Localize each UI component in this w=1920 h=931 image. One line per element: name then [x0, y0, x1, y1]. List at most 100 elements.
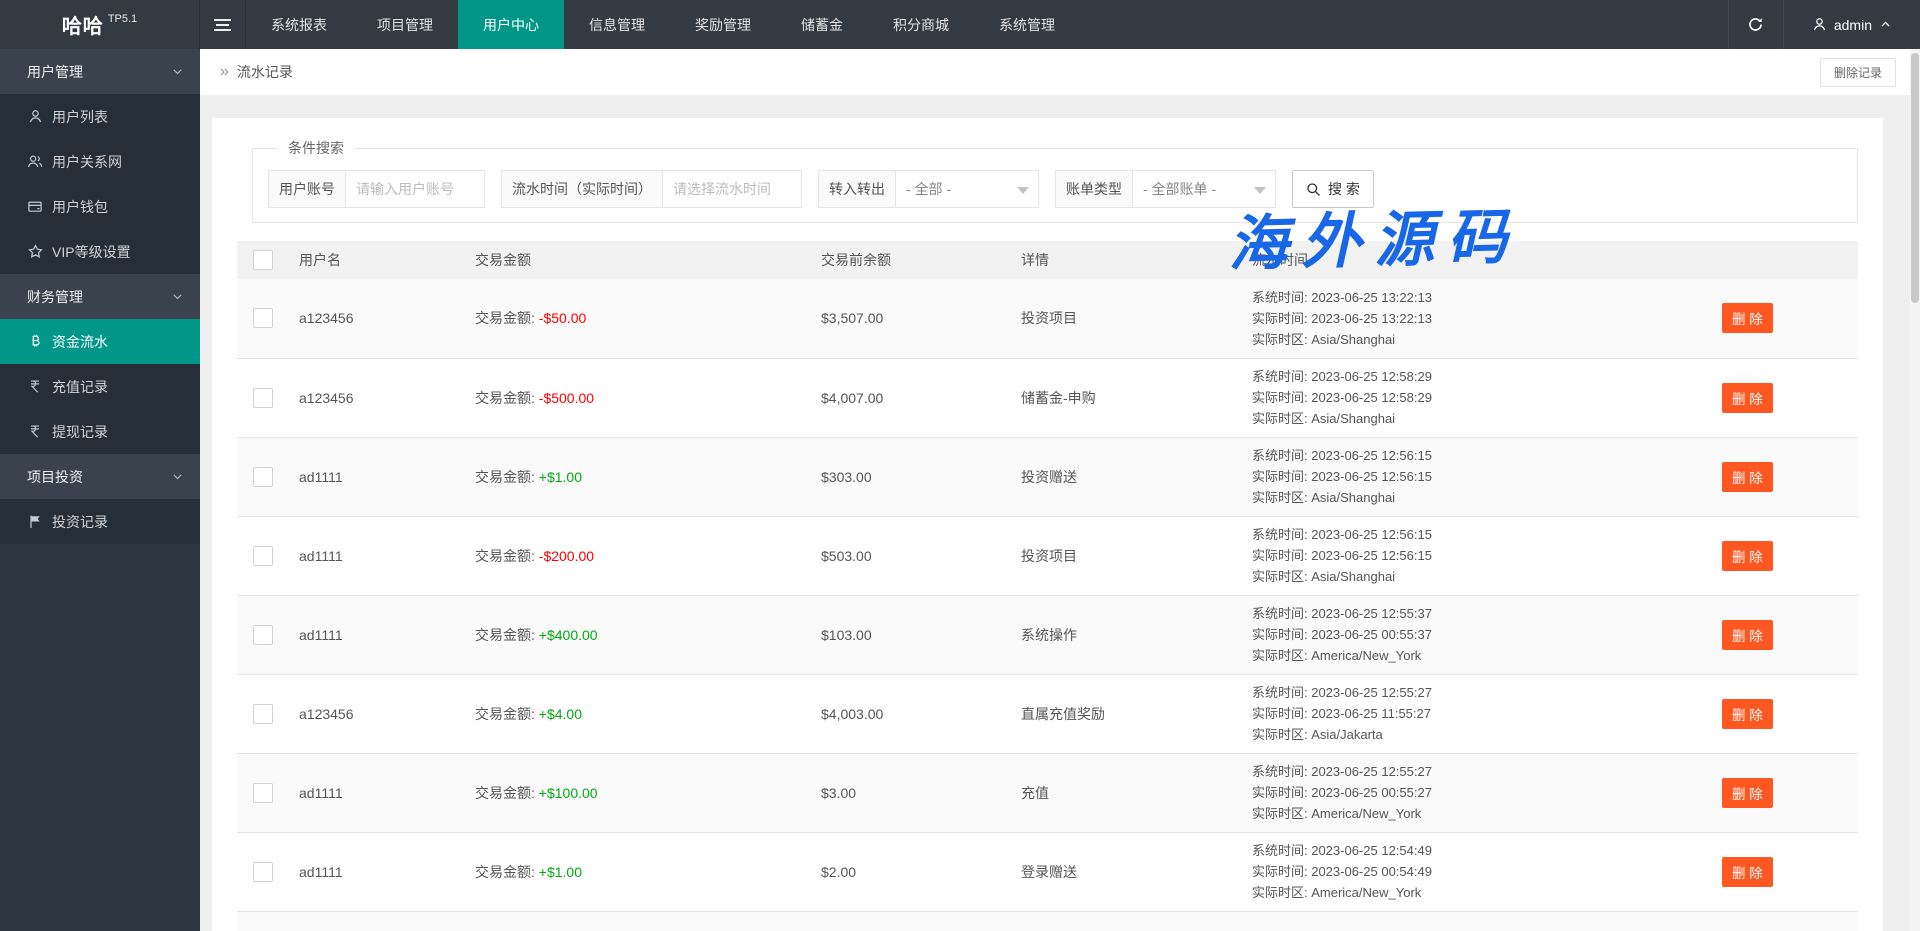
search-button[interactable]: 搜 索	[1292, 170, 1374, 208]
balance-cell: $2.00	[809, 832, 1009, 911]
delete-button[interactable]: 删 除	[1722, 303, 1773, 333]
search-field-label: 转入转出	[818, 170, 896, 208]
row-checkbox-cell	[237, 753, 287, 832]
chevron-down-icon	[171, 65, 184, 78]
amount-cell: 交易金额: +$400.00	[463, 595, 809, 674]
row-checkbox[interactable]	[253, 862, 273, 882]
delete-button[interactable]: 删 除	[1722, 778, 1773, 808]
row-checkbox-cell	[237, 279, 287, 358]
sidebar-group-header[interactable]: 用户管理	[0, 49, 200, 94]
sidebar-group-label: 项目投资	[27, 467, 83, 487]
sidebar-group-header[interactable]: 项目投资	[0, 454, 200, 499]
time-line-system: 系统时间: 2023-06-25 12:56:15	[1252, 524, 1708, 545]
amount-cell: 交易金额: -$500.00	[463, 358, 809, 437]
user-dropdown[interactable]: admin	[1784, 0, 1920, 49]
time-line-actual: 实际时间: 2023-06-25 13:22:13	[1252, 308, 1708, 329]
delete-records-button[interactable]: 删除记录	[1820, 58, 1896, 87]
sidebar-item[interactable]: VIP等级设置	[0, 229, 200, 274]
time-cell: 系统时间: 2023-06-25 12:56:15实际时间: 2023-06-2…	[1240, 437, 1708, 516]
action-cell: 删 除	[1708, 516, 1858, 595]
action-cell: 删 除	[1708, 753, 1858, 832]
username-cell: a123456	[287, 279, 463, 358]
sidebar-item[interactable]: 用户钱包	[0, 184, 200, 229]
search-field-label: 账单类型	[1055, 170, 1133, 208]
sidebar-item-label: 资金流水	[52, 332, 108, 352]
detail-cell	[1009, 911, 1240, 931]
detail-cell: 直属充值奖励	[1009, 674, 1240, 753]
sidebar-item[interactable]: 资金流水	[0, 319, 200, 364]
row-checkbox[interactable]	[253, 388, 273, 408]
search-field-label: 用户账号	[268, 170, 346, 208]
username-cell: ad1111	[287, 595, 463, 674]
search-input[interactable]	[345, 170, 485, 208]
amount-value: +$4.00	[539, 706, 582, 722]
time-cell: 系统时间: 2023-06-25 13:22:13实际时间: 2023-06-2…	[1240, 279, 1708, 358]
time-line-actual: 实际时间: 2023-06-25 11:55:27	[1252, 703, 1708, 724]
navbar-item[interactable]: 项目管理	[352, 0, 458, 49]
sidebar-item[interactable]: 投资记录	[0, 499, 200, 544]
row-checkbox[interactable]	[253, 467, 273, 487]
navbar-item[interactable]: 积分商城	[868, 0, 974, 49]
row-checkbox[interactable]	[253, 783, 273, 803]
sidebar-item-label: 充值记录	[52, 377, 108, 397]
delete-button[interactable]: 删 除	[1722, 541, 1773, 571]
row-checkbox[interactable]	[253, 546, 273, 566]
delete-button[interactable]: 删 除	[1722, 699, 1773, 729]
balance-cell: $3.00	[809, 753, 1009, 832]
delete-button[interactable]: 删 除	[1722, 462, 1773, 492]
table-header-cell: 交易前余额	[809, 241, 1009, 279]
select-all-checkbox[interactable]	[253, 250, 273, 270]
navbar-item[interactable]: 系统报表	[246, 0, 352, 49]
navbar-item[interactable]: 奖励管理	[670, 0, 776, 49]
users-icon	[27, 154, 43, 169]
rupee-icon	[27, 424, 43, 439]
table-header-cell: 详情	[1009, 241, 1240, 279]
balance-cell: $4,003.00	[809, 674, 1009, 753]
sidebar-item-label: 提现记录	[52, 422, 108, 442]
refresh-button[interactable]	[1728, 0, 1784, 49]
amount-prefix: 交易金额:	[475, 627, 539, 643]
scrollbar-thumb[interactable]	[1911, 53, 1919, 303]
sidebar-item[interactable]: 用户关系网	[0, 139, 200, 184]
sidebar-item[interactable]: 充值记录	[0, 364, 200, 409]
row-checkbox[interactable]	[253, 308, 273, 328]
search-select[interactable]: - 全部账单 -	[1132, 170, 1276, 208]
sidebar-item[interactable]: 用户列表	[0, 94, 200, 139]
chevron-up-icon	[1879, 18, 1892, 31]
navbar-item[interactable]: 系统管理	[974, 0, 1080, 49]
navbar-menu: 系统报表项目管理用户中心信息管理奖励管理储蓄金积分商城系统管理	[246, 0, 1080, 49]
delete-button[interactable]: 删 除	[1722, 383, 1773, 413]
navbar-item[interactable]: 用户中心	[458, 0, 564, 49]
row-checkbox-cell	[237, 832, 287, 911]
caret-down-icon	[1017, 187, 1029, 194]
search-input[interactable]	[662, 170, 802, 208]
action-cell: 删 除	[1708, 437, 1858, 516]
navbar-item[interactable]: 信息管理	[564, 0, 670, 49]
amount-cell: 交易金额: +$1.00	[463, 437, 809, 516]
time-line-system: 系统时间: 2023-06-25 12:58:29	[1252, 366, 1708, 387]
delete-button[interactable]: 删 除	[1722, 620, 1773, 650]
app-logo-version: TP5.1	[108, 13, 137, 25]
sidebar-group-header[interactable]: 财务管理	[0, 274, 200, 319]
row-checkbox[interactable]	[253, 625, 273, 645]
row-checkbox-cell	[237, 358, 287, 437]
time-line-actual: 实际时间: 2023-06-25 12:58:29	[1252, 387, 1708, 408]
table-row: a123456交易金额: -$500.00$4,007.00储蓄金-申购系统时间…	[237, 358, 1858, 437]
navbar-item[interactable]: 储蓄金	[776, 0, 868, 49]
table-header-cell: 用户名	[287, 241, 463, 279]
username-cell: ad1111	[287, 437, 463, 516]
search-select[interactable]: - 全部 -	[895, 170, 1039, 208]
delete-button[interactable]: 删 除	[1722, 857, 1773, 887]
time-line-actual: 实际时间: 2023-06-25 00:55:27	[1252, 782, 1708, 803]
caret-down-icon	[1254, 187, 1266, 194]
hamburger-menu-icon[interactable]	[200, 0, 246, 49]
table-row: ad1111交易金额: +$1.00$2.00登录赠送系统时间: 2023-06…	[237, 832, 1858, 911]
user-avatar-icon	[1812, 17, 1827, 32]
breadcrumb: 流水记录	[237, 62, 293, 82]
star-icon	[27, 244, 43, 259]
row-checkbox[interactable]	[253, 704, 273, 724]
balance-cell: $303.00	[809, 437, 1009, 516]
time-line-system: 系统时间: 2023-06-25 13:22:13	[1252, 287, 1708, 308]
time-cell: 系统时间: 2023-06-25 12:54:45	[1240, 911, 1708, 931]
sidebar-item[interactable]: 提现记录	[0, 409, 200, 454]
